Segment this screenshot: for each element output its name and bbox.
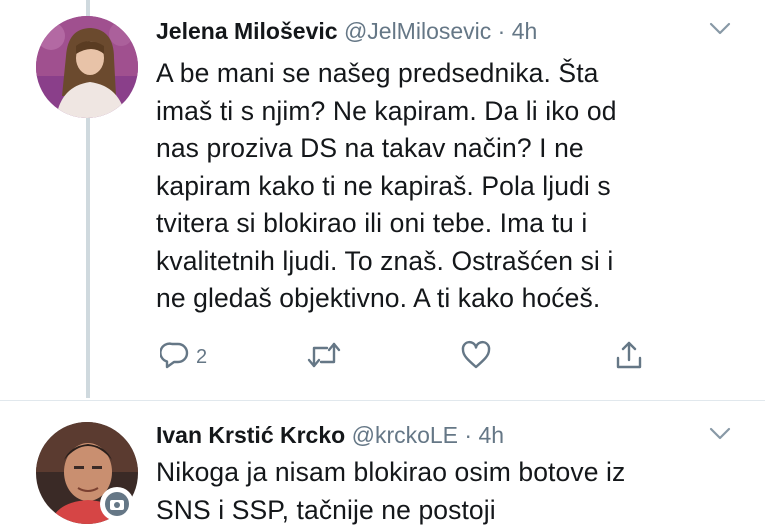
retweet-button[interactable] [307,340,341,374]
like-button[interactable] [460,340,492,374]
tweet-header: Ivan Krstić Krcko @krckoLE · 4h [156,418,705,452]
timestamp[interactable]: 4h [478,422,504,448]
share-icon [614,340,644,375]
tweet-text-line: kvalitetnih ljudi. To znaš. Ostrašćen si… [156,243,716,281]
author-name[interactable]: Jelena Miloševic [156,18,338,44]
tweet[interactable]: Jelena Miloševic @JelMilosevic · 4h A be… [0,0,765,400]
tweet-text-line: Nikoga ja nisam blokirao osim botove iz [156,454,716,492]
tweet-text-line: ne gledaš objektivno. A ti kako hoćeš. [156,280,716,318]
separator-dot: · [498,18,506,44]
tweet-text-line: A be mani se našeg predsednika. Šta [156,55,716,93]
camera-icon [100,487,134,521]
tweet-text-line: SNS i SSP, tačnije ne postoji [156,492,716,529]
share-button[interactable] [614,340,644,374]
author-handle[interactable]: @krckoLE [352,422,458,448]
tweet-header: Jelena Miloševic @JelMilosevic · 4h [156,14,705,48]
author-handle[interactable]: @JelMilosevic [344,18,491,44]
like-icon [460,340,492,375]
timestamp[interactable]: 4h [512,18,538,44]
tweet-text-line: kapiram kako ti ne kapiraš. Pola ljudi s [156,168,716,206]
chevron-down-icon[interactable] [709,427,731,441]
author-name[interactable]: Ivan Krstić Krcko [156,422,345,448]
reply-button[interactable]: 2 [160,340,207,374]
tweet-actions: 2 [160,340,660,374]
chevron-down-icon[interactable] [709,22,731,36]
avatar[interactable] [36,16,138,118]
reply-count: 2 [196,346,207,369]
tweet-text-line: tvitera si blokirao ili oni tebe. Ima tu… [156,205,716,243]
tweet-text-line: imaš ti s njim? Ne kapiram. Da li iko od [156,93,716,131]
separator-dot: · [464,422,472,448]
retweet-icon [307,340,341,375]
tweet-text: Nikoga ja nisam blokirao osim botove iz … [156,454,716,529]
reply-icon [160,340,190,375]
tweet-text-line: nas proziva DS na takav način? I ne [156,130,716,168]
tweet[interactable]: Ivan Krstić Krcko @krckoLE · 4h Nikoga j… [0,400,765,511]
tweet-text: A be mani se našeg predsednika. Šta imaš… [156,55,716,318]
